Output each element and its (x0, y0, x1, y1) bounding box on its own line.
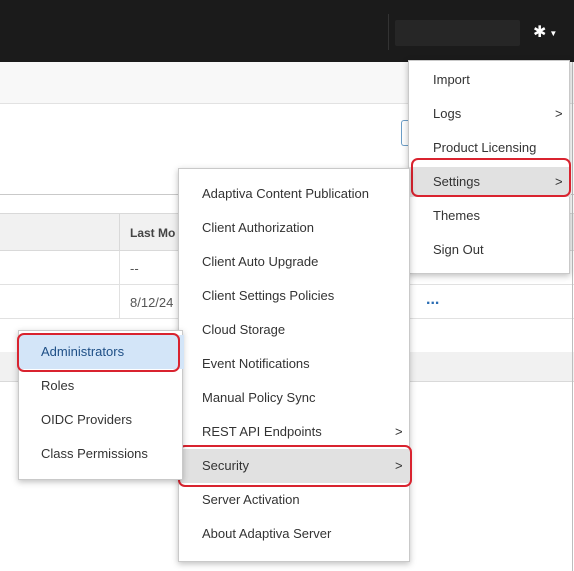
menu-item-label: Client Settings Policies (202, 288, 335, 303)
menu-item-class-permissions[interactable]: Class Permissions (19, 437, 184, 471)
menu-item-label: REST API Endpoints (202, 424, 322, 439)
last-modified-cell: 8/12/24 (130, 295, 174, 310)
menu-item-adaptiva-content-publication[interactable]: Adaptiva Content Publication (179, 177, 411, 211)
last-modified-cell: -- (130, 261, 139, 276)
menu-item-client-settings-policies[interactable]: Client Settings Policies (179, 279, 411, 313)
page-edge (572, 62, 573, 571)
security-submenu: Administrators Roles OIDC Providers Clas… (17, 330, 184, 480)
menu-item-label: Product Licensing (433, 140, 537, 155)
menu-item-label: Import (433, 72, 470, 87)
menu-item-cloud-storage[interactable]: Cloud Storage (179, 313, 411, 347)
menu-item-manual-policy-sync[interactable]: Manual Policy Sync (179, 381, 411, 415)
caret-down-icon: ▼ (549, 28, 558, 38)
chevron-right-icon: > (555, 106, 563, 121)
menu-item-label: Adaptiva Content Publication (202, 186, 369, 201)
menu-item-label: Roles (41, 378, 75, 393)
highlight-outline (17, 333, 180, 372)
menu-item-label: Client Auto Upgrade (202, 254, 319, 269)
redacted-user-area (395, 20, 520, 46)
settings-menu-button[interactable]: ✱ ▼ (533, 20, 567, 44)
topbar-divider (388, 14, 389, 50)
column-header-last-modified[interactable]: Last Mo (130, 226, 175, 240)
column-divider (119, 251, 120, 285)
menu-item-rest-api-endpoints[interactable]: REST API Endpoints > (179, 415, 411, 449)
menu-item-label: Themes (433, 208, 480, 223)
highlight-outline (411, 158, 571, 197)
menu-item-label: Class Permissions (41, 446, 148, 461)
menu-item-logs[interactable]: Logs > (409, 99, 571, 129)
top-navigation-bar: ✱ ▼ (0, 0, 574, 62)
column-divider (119, 285, 120, 319)
menu-item-sign-out[interactable]: Sign Out (409, 235, 571, 265)
menu-item-label: Logs (433, 106, 462, 121)
gear-dropdown-menu: Import Logs > Product Licensing Settings… (408, 60, 571, 274)
menu-item-label: About Adaptiva Server (202, 526, 332, 541)
menu-item-server-activation[interactable]: Server Activation (179, 483, 411, 517)
menu-item-label: Cloud Storage (202, 322, 286, 337)
menu-item-oidc-providers[interactable]: OIDC Providers (19, 403, 184, 437)
menu-item-client-authorization[interactable]: Client Authorization (179, 211, 411, 245)
row-actions-button[interactable]: ... (426, 291, 439, 309)
menu-item-label: Manual Policy Sync (202, 390, 316, 405)
gear-icon: ✱ (533, 24, 547, 41)
chevron-right-icon: > (395, 424, 403, 439)
menu-item-label: Client Authorization (202, 220, 315, 235)
column-divider (119, 214, 120, 252)
menu-item-roles[interactable]: Roles (19, 369, 184, 403)
settings-submenu: Adaptiva Content Publication Client Auth… (178, 168, 412, 562)
menu-item-label: Server Activation (202, 492, 300, 507)
highlight-outline (178, 445, 412, 487)
menu-item-about-adaptiva-server[interactable]: About Adaptiva Server (179, 517, 411, 551)
menu-item-label: Event Notifications (202, 356, 310, 371)
menu-item-label: OIDC Providers (41, 412, 133, 427)
menu-item-label: Sign Out (433, 242, 484, 257)
menu-item-client-auto-upgrade[interactable]: Client Auto Upgrade (179, 245, 411, 279)
menu-item-event-notifications[interactable]: Event Notifications (179, 347, 411, 381)
menu-item-import[interactable]: Import (409, 65, 571, 95)
menu-item-themes[interactable]: Themes (409, 201, 571, 231)
